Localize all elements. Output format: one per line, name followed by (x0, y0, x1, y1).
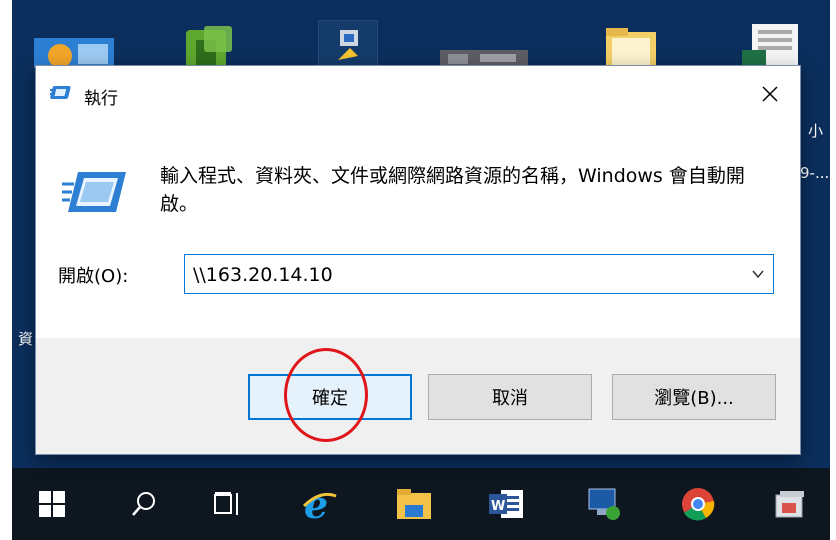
run-large-icon (62, 166, 128, 222)
close-button[interactable] (740, 66, 800, 122)
cancel-button[interactable]: 取消 (428, 374, 592, 420)
file-explorer-icon[interactable] (396, 486, 432, 522)
search-icon[interactable] (126, 486, 162, 522)
word-icon[interactable]: W (488, 486, 524, 522)
chevron-down-icon[interactable] (751, 266, 765, 285)
remote-desktop-icon[interactable] (586, 486, 622, 522)
app-icon[interactable] (772, 486, 808, 522)
ok-button[interactable]: 確定 (248, 374, 412, 420)
windows-start-icon[interactable] (34, 486, 70, 522)
taskbar: e W (12, 468, 830, 540)
run-icon (50, 82, 74, 108)
image-thumbnail-icon[interactable] (440, 44, 528, 68)
desktop-label-fragment: 9-... (800, 164, 830, 182)
chrome-icon[interactable] (680, 486, 716, 522)
button-bar: 確定 取消 瀏覽(B)... (36, 338, 800, 454)
folder-icon[interactable] (598, 24, 660, 68)
shortcut-desktop-icon[interactable] (317, 19, 379, 69)
svg-text:W: W (491, 499, 505, 514)
desktop-label-fragment: 小 (808, 122, 824, 140)
browse-button[interactable]: 瀏覽(B)... (612, 374, 776, 420)
title-bar[interactable]: 執行 (36, 66, 800, 122)
control-panel-icon[interactable] (34, 38, 114, 68)
dialog-title: 執行 (84, 89, 118, 109)
vmware-icon[interactable] (178, 24, 238, 68)
run-dialog: 執行 輸入程式、資料夾、文件或網際網路資源的名稱，Windows 會自動開啟。 … (36, 66, 800, 454)
desktop-label-fragment: 資 (18, 330, 34, 348)
dialog-description: 輸入程式、資料夾、文件或網際網路資源的名稱，Windows 會自動開啟。 (160, 165, 745, 215)
open-combobox[interactable] (184, 254, 774, 294)
spreadsheet-file-icon[interactable] (738, 22, 808, 68)
close-icon (762, 86, 778, 102)
internet-explorer-icon[interactable]: e (302, 486, 338, 522)
task-view-icon[interactable] (210, 486, 246, 522)
open-input[interactable] (191, 261, 735, 289)
open-label: 開啟(O): (58, 266, 129, 287)
